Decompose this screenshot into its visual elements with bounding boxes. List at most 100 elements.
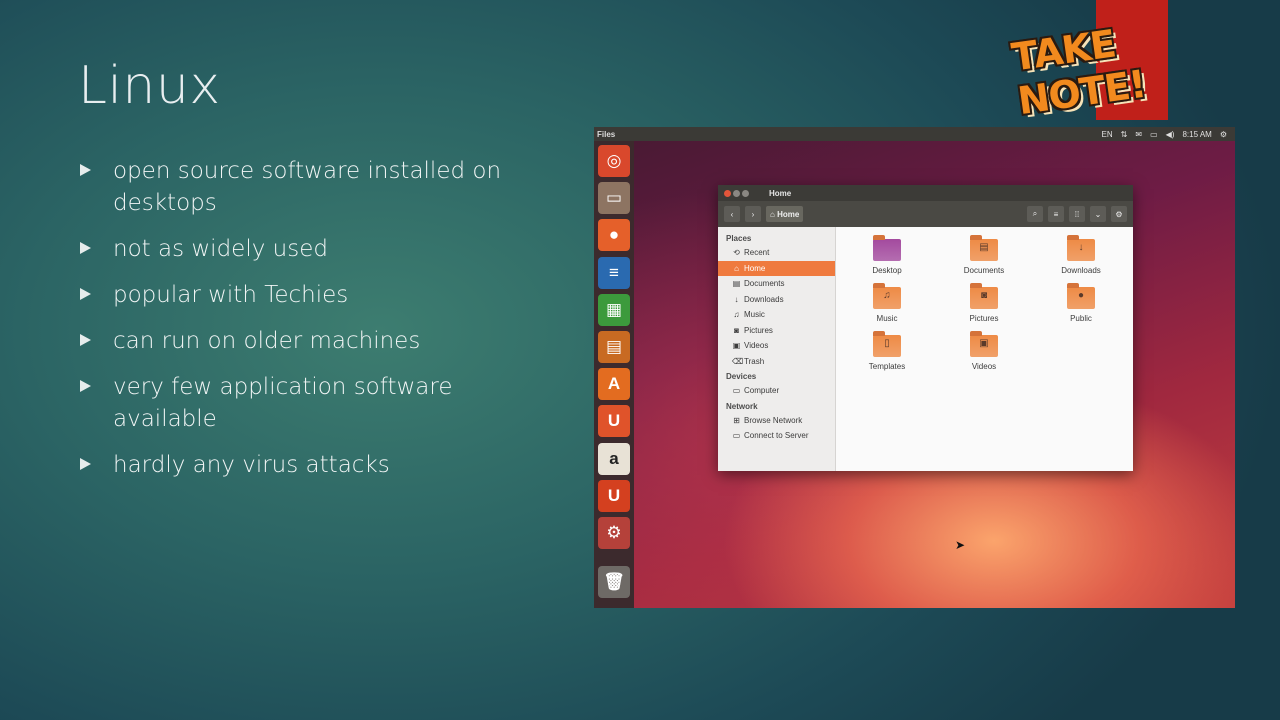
folder-public[interactable]: ● Public — [1042, 283, 1120, 323]
folder-tab — [970, 235, 982, 240]
folder-label: Public — [1070, 314, 1092, 323]
mail-icon[interactable]: ✉ — [1135, 130, 1142, 139]
folder-music[interactable]: ♫ Music — [848, 283, 926, 323]
minimize-window-icon[interactable] — [733, 189, 740, 197]
folder-glyph: ◙ — [980, 290, 988, 301]
connect-to-server-icon: ▭ — [732, 431, 741, 440]
files-icon[interactable]: ▭ — [598, 182, 630, 215]
ubuntu-one-music-icon[interactable]: U — [598, 479, 630, 512]
sidebar-item-connect-to-server[interactable]: ▭ Connect to Server — [718, 428, 835, 444]
bullet-item: not as widely used — [80, 233, 540, 265]
bullet-item: popular with Techies — [80, 279, 540, 311]
sidebar-item-label: Home — [744, 263, 766, 273]
folder-label: Desktop — [872, 266, 902, 275]
sidebar-item-label: Trash — [744, 356, 765, 366]
sidebar-item-documents[interactable]: ▤ Documents — [718, 276, 835, 292]
location-label: Home — [777, 209, 800, 219]
impress-icon[interactable]: ▤ — [598, 331, 630, 363]
system-settings-icon[interactable]: ⚙ — [598, 517, 630, 549]
sidebar-item-label: Computer — [744, 386, 780, 395]
sidebar-item-computer[interactable]: ▭ Computer — [718, 383, 835, 399]
chevron-down-icon: ⌄ — [1094, 209, 1102, 219]
bullet-arrow-icon — [80, 164, 91, 176]
folder-tab — [970, 331, 982, 336]
ubuntu-one-icon[interactable]: U — [598, 405, 630, 438]
folder-glyph: ↓ — [1078, 242, 1084, 253]
calc-icon[interactable]: ▦ — [598, 293, 630, 326]
folder-label: Pictures — [969, 314, 999, 323]
sidebar-item-label: Downloads — [744, 294, 784, 304]
sidebar-heading: Network — [726, 401, 758, 411]
take-note-badge: TAKE NOTE! — [1009, 14, 1256, 124]
folder-icon: ↓ — [1067, 235, 1095, 261]
folder-icon: ▯ — [873, 331, 901, 357]
folder-icon: ▤ — [970, 235, 998, 261]
trash-icon[interactable]: 🗑 — [598, 566, 630, 598]
home-icon: ⌂ — [734, 263, 739, 273]
network-icon[interactable]: ⇅ — [1121, 130, 1128, 139]
ubuntu-screenshot: Files EN ⇅ ✉ ▭ ◀) 8:15 AM ⚙ ◎ ▭ ● ≡ ▦ ▤ A Ua U ⚙ 🗑… — [594, 127, 1235, 608]
folder-pictures[interactable]: ◙ Pictures — [945, 283, 1023, 323]
folder-tab — [1067, 235, 1079, 240]
take-note-text: TAKE NOTE! — [1009, 21, 1149, 124]
window-body: Places ⟲ Recent ⌂ Home ▤ Documents ↓ Downloads ♫ M… — [718, 227, 1133, 471]
folder-downloads[interactable]: ↓ Downloads — [1042, 235, 1120, 275]
ubuntu-dash-icon[interactable]: ◎ — [598, 145, 630, 177]
search-button[interactable]: ⌕ — [1027, 206, 1043, 222]
sidebar-item-recent[interactable]: ⟲ Recent — [718, 245, 835, 261]
sidebar-item-label: Music — [744, 310, 765, 319]
amazon-icon[interactable]: a — [598, 442, 630, 475]
writer-icon[interactable]: ≡ — [598, 256, 630, 289]
folder-videos[interactable]: ▣ Videos — [945, 331, 1023, 371]
software-center-icon[interactable]: A — [598, 368, 630, 401]
sidebar-item-videos[interactable]: ▣ Videos — [718, 338, 835, 354]
documents-icon: ▤ — [732, 279, 741, 288]
music-icon: ♫ — [733, 310, 740, 319]
grid-view-button[interactable]: ⁞⁞ — [1069, 206, 1085, 222]
sidebar-item-trash[interactable]: ⌫ Trash — [718, 354, 835, 370]
folder-templates[interactable]: ▯ Templates — [848, 331, 926, 371]
sidebar-item-home[interactable]: ⌂ Home — [718, 260, 835, 276]
list-view-button[interactable]: ≡ — [1048, 206, 1064, 222]
bullet-text: can run on older machines — [113, 328, 421, 354]
firefox-icon[interactable]: ● — [598, 219, 630, 252]
keyboard-icon[interactable]: EN — [1102, 130, 1113, 139]
volume-icon[interactable]: ◀) — [1166, 130, 1175, 139]
folder-label: Templates — [868, 362, 906, 371]
home-icon: ⌂ — [770, 209, 778, 219]
folder-desktop[interactable]: Desktop — [848, 235, 926, 275]
forward-button[interactable]: › — [745, 206, 761, 222]
close-window-icon[interactable] — [724, 189, 731, 197]
folder-icon: ● — [1067, 283, 1095, 309]
folder-tab — [970, 283, 982, 288]
bullet-text: very few application software available — [113, 374, 453, 432]
folder-glyph: ♫ — [883, 290, 891, 301]
bullet-text: hardly any virus attacks — [113, 452, 390, 478]
folder-label: Documents — [963, 266, 1005, 275]
sidebar-item-downloads[interactable]: ↓ Downloads — [718, 292, 835, 308]
pictures-icon: ◙ — [734, 325, 739, 335]
power-icon[interactable]: ⚙ — [1220, 130, 1227, 139]
sidebar-item-music[interactable]: ♫ Music — [718, 307, 835, 323]
folder-tab — [873, 283, 885, 288]
folder-glyph: ● — [1077, 290, 1085, 301]
maximize-window-icon[interactable] — [742, 189, 749, 197]
bullet-arrow-icon — [80, 242, 91, 254]
back-button[interactable]: ‹ — [724, 206, 740, 222]
sidebar-item-label: Pictures — [744, 325, 773, 335]
sidebar-item-pictures[interactable]: ◙ Pictures — [718, 323, 835, 339]
bullet-item: open source software installed on deskto… — [80, 155, 540, 219]
view-options-button[interactable]: ⌄ — [1090, 206, 1106, 222]
grid-view-icon: ⁞⁞ — [1074, 209, 1080, 219]
clock[interactable]: 8:15 AM — [1182, 130, 1211, 139]
folder-documents[interactable]: ▤ Documents — [945, 235, 1023, 275]
settings-button[interactable]: ⚙ — [1111, 206, 1127, 222]
battery-icon[interactable]: ▭ — [1150, 130, 1158, 139]
gear-icon: ⚙ — [1115, 209, 1123, 219]
window-title: Home — [769, 188, 792, 198]
folder-tab — [873, 235, 885, 240]
sidebar-heading: Devices — [726, 372, 757, 381]
location-home-button[interactable]: ⌂ Home — [766, 206, 804, 222]
bullet-text: not as widely used — [113, 236, 328, 262]
sidebar-item-browse-network[interactable]: ⊞ Browse Network — [718, 413, 835, 429]
